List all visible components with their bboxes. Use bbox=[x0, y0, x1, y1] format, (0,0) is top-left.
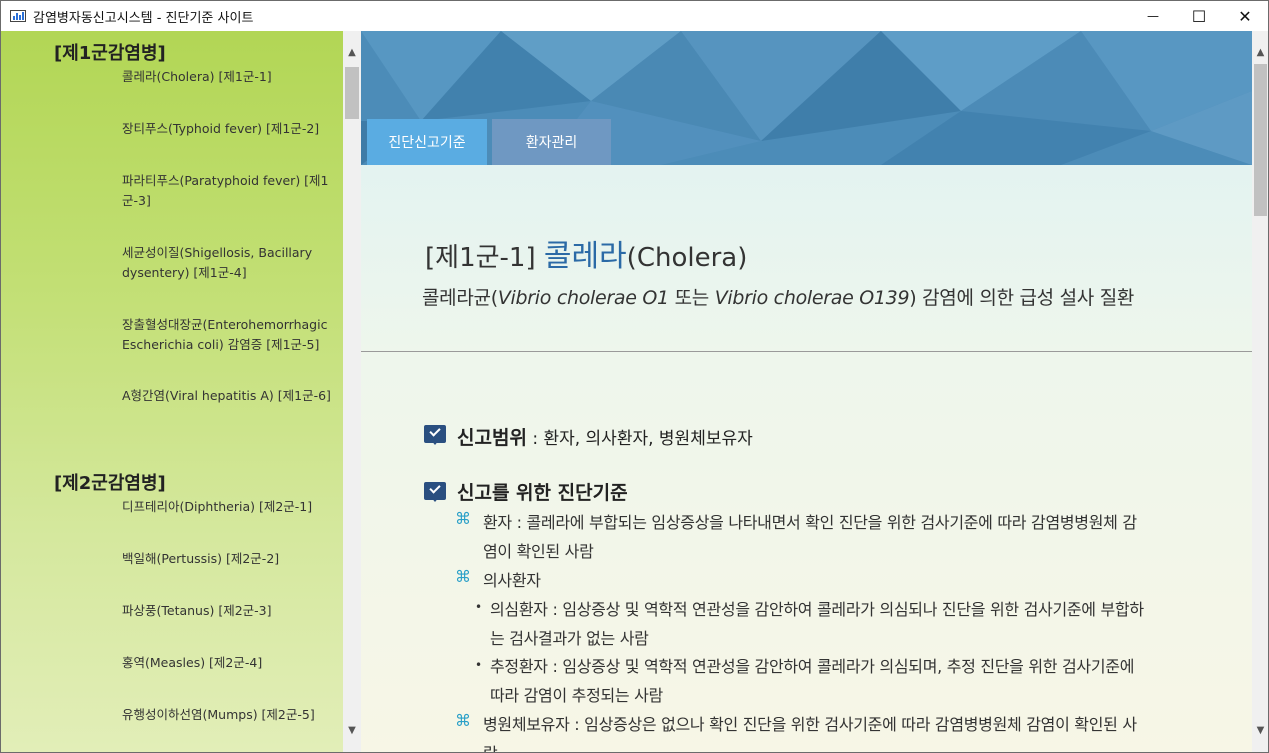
scroll-up-icon[interactable]: ▲ bbox=[343, 43, 361, 61]
patient-line-2: 염이 확인된 사람 bbox=[483, 542, 594, 561]
criteria-title: 신고를 위한 진단기준 bbox=[457, 478, 628, 505]
main-content: 진단신고기준 환자관리 [제1군-1] 콜레라(Cholera) 콜레라균(Vi… bbox=[361, 31, 1252, 752]
desc-species-2: Vibrio cholerae O139 bbox=[714, 287, 910, 309]
presumptive-line-2: 따라 감염이 추정되는 사람 bbox=[490, 686, 663, 705]
report-scope-text: : 환자, 의사환자, 병원체보유자 bbox=[526, 429, 753, 449]
bullet-icon: • bbox=[475, 600, 483, 614]
sidebar-item-diphtheria[interactable]: 디프테리아(Diphtheria) [제2군-1] bbox=[122, 497, 334, 517]
command-icon: ⌘ bbox=[455, 567, 471, 586]
disease-description: 콜레라균(Vibrio cholerae O1 또는 Vibrio choler… bbox=[422, 283, 1134, 310]
patient-line-1: 환자 : 콜레라에 부합되는 임상증상을 나타내면서 확인 진단을 위한 검사기… bbox=[483, 513, 1137, 532]
sidebar-item-shigellosis[interactable]: 세균성이질(Shigellosis, Bacillary dysentery) … bbox=[122, 243, 334, 283]
desc-species-1: Vibrio cholerae O1 bbox=[497, 287, 669, 309]
disease-name-en: (Cholera) bbox=[626, 243, 748, 273]
disease-code: [제1군-1] bbox=[425, 243, 536, 273]
sidebar-item-cholera[interactable]: 콜레라(Cholera) [제1군-1] bbox=[122, 67, 334, 87]
sidebar-item-typhoid[interactable]: 장티푸스(Typhoid fever) [제1군-2] bbox=[122, 119, 334, 139]
tab-patient-management[interactable]: 환자관리 bbox=[492, 119, 611, 165]
sidebar-item-tetanus[interactable]: 파상풍(Tetanus) [제2군-3] bbox=[122, 601, 334, 621]
maximize-button[interactable]: ☐ bbox=[1176, 1, 1222, 31]
content-scroll-thumb[interactable] bbox=[1254, 64, 1267, 216]
disease-name-ko: 콜레라 bbox=[543, 239, 627, 274]
scroll-down-icon[interactable]: ▼ bbox=[343, 721, 361, 739]
carrier-line-1: 병원체보유자 : 임상증상은 없으나 확인 진단을 위한 검사기준에 따라 감염… bbox=[483, 715, 1137, 734]
sidebar-item-ehec[interactable]: 장출혈성대장균(Enterohemorrhagic Escherichia co… bbox=[122, 315, 334, 355]
tab-diagnosis-criteria[interactable]: 진단신고기준 bbox=[367, 119, 487, 165]
checkbox-icon bbox=[424, 482, 446, 502]
disease-heading: [제1군-1] 콜레라(Cholera) bbox=[425, 231, 747, 275]
sidebar-item-measles[interactable]: 홍역(Measles) [제2군-4] bbox=[122, 653, 334, 673]
sidebar-item-pertussis[interactable]: 백일해(Pertussis) [제2군-2] bbox=[122, 549, 334, 569]
suspect-patient-label: 의사환자 bbox=[483, 571, 541, 590]
sidebar-item-paratyphoid[interactable]: 파라티푸스(Paratyphoid fever) [제1군-3] bbox=[122, 171, 334, 211]
divider bbox=[361, 351, 1252, 352]
window-title: 감염병자동신고시스템 - 진단기준 사이트 bbox=[33, 10, 254, 26]
report-scope: 신고범위 : 환자, 의사환자, 병원체보유자 bbox=[457, 423, 753, 450]
desc-post: ) 감염에 의한 급성 설사 질환 bbox=[909, 287, 1135, 309]
criteria-label: 신고를 위한 진단기준 bbox=[457, 482, 628, 504]
scroll-up-icon[interactable]: ▲ bbox=[1252, 43, 1268, 61]
scroll-down-icon[interactable]: ▼ bbox=[1252, 721, 1268, 739]
desc-pre: 콜레라균( bbox=[422, 287, 498, 309]
sidebar-item-mumps[interactable]: 유행성이하선염(Mumps) [제2군-5] bbox=[122, 705, 334, 725]
content-scrollbar[interactable]: ▲ ▼ bbox=[1252, 31, 1268, 752]
sidebar-scrollbar[interactable]: ▲ ▼ bbox=[343, 31, 361, 752]
title-bar: 감염병자동신고시스템 - 진단기준 사이트 — ☐ ✕ bbox=[1, 1, 1268, 31]
group-title-1: [제1군감염병] bbox=[54, 43, 166, 64]
chart-icon bbox=[10, 10, 26, 22]
report-scope-label: 신고범위 bbox=[457, 427, 527, 449]
command-icon: ⌘ bbox=[455, 509, 471, 528]
command-icon: ⌘ bbox=[455, 711, 471, 730]
minimize-button[interactable]: — bbox=[1130, 1, 1176, 31]
header-banner: 진단신고기준 환자관리 bbox=[361, 31, 1252, 165]
app-window: 감염병자동신고시스템 - 진단기준 사이트 — ☐ ✕ [제1군감염병] 콜레라… bbox=[0, 0, 1269, 753]
bullet-icon: • bbox=[475, 658, 483, 672]
sidebar-scroll-thumb[interactable] bbox=[345, 67, 359, 119]
sidebar-item-hepatitis-a[interactable]: A형간염(Viral hepatitis A) [제1군-6] bbox=[122, 386, 334, 406]
group-title-2: [제2군감염병] bbox=[54, 473, 166, 494]
suspected-line-2: 는 검사결과가 없는 사람 bbox=[490, 629, 649, 648]
close-button[interactable]: ✕ bbox=[1222, 1, 1268, 31]
checkbox-icon bbox=[424, 425, 446, 445]
carrier-line-2: 람 bbox=[483, 740, 498, 752]
presumptive-line-1: 추정환자 : 임상증상 및 역학적 연관성을 감안하여 콜레라가 의심되며, 추… bbox=[490, 657, 1135, 676]
desc-mid: 또는 bbox=[668, 287, 715, 309]
disease-sidebar: [제1군감염병] 콜레라(Cholera) [제1군-1] 장티푸스(Typho… bbox=[1, 31, 343, 752]
suspected-line-1: 의심환자 : 임상증상 및 역학적 연관성을 감안하여 콜레라가 의심되나 진단… bbox=[490, 600, 1144, 619]
